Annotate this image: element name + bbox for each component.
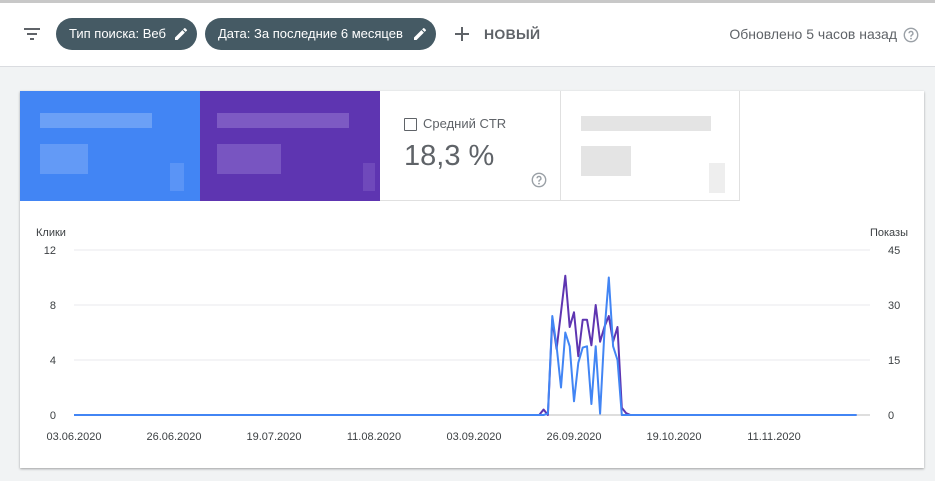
plus-icon [455,27,469,41]
x-tick: 11.08.2020 [347,431,401,443]
x-tick: 19.10.2020 [646,431,701,443]
x-tick: 26.06.2020 [146,431,201,443]
blurred-value [217,144,281,174]
impressions-series-line [74,274,857,416]
x-tick: 11.11.2020 [747,431,800,443]
filter-toolbar: Тип поиска: Веб Дата: За последние 6 мес… [0,3,935,67]
x-tick: 19.07.2020 [246,431,301,443]
x-tick: 03.09.2020 [446,431,501,443]
metric-tile-clicks[interactable] [20,91,200,201]
performance-card: Средний CTR 18,3 % Клики Показы 0 4 8 12 0 1… [20,91,924,468]
y-tick-right: 15 [888,355,900,367]
ctr-label: Средний CTR [423,116,507,131]
right-axis-label: Показы [870,227,908,239]
left-axis-label: Клики [36,227,66,239]
help-icon[interactable] [903,27,919,43]
blurred-label [217,113,349,128]
blurred-value [40,144,88,174]
y-tick-left: 4 [50,355,56,367]
metric-tile-ctr[interactable]: Средний CTR 18,3 % [380,91,560,201]
chip-search-type-label: Тип поиска: Веб [69,26,166,41]
blurred-label [40,113,152,128]
x-tick: 26.09.2020 [546,431,601,443]
blurred-value [581,146,631,176]
x-tick: 03.06.2020 [46,431,101,443]
blurred-help [709,163,725,193]
metric-tile-impressions[interactable] [200,91,380,201]
y-tick-right: 45 [888,245,900,257]
blurred-help [170,163,184,191]
y-tick-right: 0 [888,410,894,422]
y-tick-left: 8 [50,300,56,312]
clicks-series-line [74,276,857,416]
y-tick-left: 0 [50,410,56,422]
chip-search-type[interactable]: Тип поиска: Веб [56,18,197,50]
checkbox-icon[interactable] [404,118,417,131]
help-icon[interactable] [531,172,547,188]
pencil-icon[interactable] [174,27,188,41]
y-tick-left: 12 [44,245,56,257]
filter-icon[interactable] [22,24,42,44]
pencil-icon[interactable] [413,27,427,41]
y-tick-right: 30 [888,300,900,312]
last-updated-text: Обновлено 5 часов назад [729,26,897,42]
performance-chart: Клики Показы 0 4 8 12 0 15 30 45 03.06.2020 26.… [36,227,908,443]
chip-date-range[interactable]: Дата: За последние 6 месяцев [205,18,436,50]
ctr-value: 18,3 % [404,140,495,172]
blurred-label [581,116,711,131]
blurred-help [363,163,375,191]
new-filter-label: НОВЫЙ [484,26,541,42]
new-filter-button[interactable]: НОВЫЙ [453,18,540,50]
chip-date-label: Дата: За последние 6 месяцев [218,26,403,41]
metric-tile-position[interactable] [560,91,740,201]
